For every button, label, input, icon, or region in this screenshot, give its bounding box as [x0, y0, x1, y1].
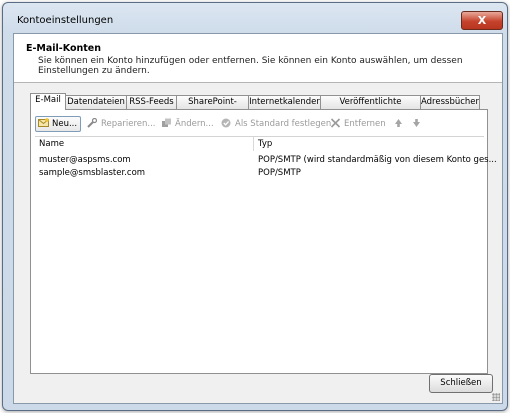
tab-internetkalender[interactable]: Internetkalender	[248, 95, 321, 109]
tab-rss-feeds[interactable]: RSS-Feeds	[126, 95, 177, 109]
account-type: POP/SMTP	[258, 168, 301, 178]
account-row[interactable]: muster@aspsms.com POP/SMTP (wird standar…	[35, 154, 497, 166]
new-account-label: Neu...	[52, 119, 78, 129]
arrow-down-icon	[411, 118, 422, 128]
tab-sharepoint-listen[interactable]: SharePoint-Listen	[176, 95, 249, 120]
account-row[interactable]: sample@smsblaster.com POP/SMTP	[35, 167, 484, 179]
change-icon	[161, 118, 172, 128]
new-account-icon	[38, 118, 49, 128]
move-up-button[interactable]	[393, 116, 407, 132]
account-type: POP/SMTP (wird standardmäßig von diesem …	[258, 155, 497, 165]
dialog-client: E-Mail-Konten Sie können ein Konto hinzu…	[13, 33, 503, 404]
close-window-button[interactable]: X	[461, 11, 503, 30]
tab-email[interactable]: E-Mail	[30, 93, 66, 110]
set-default-label: Als Standard festlegen	[235, 119, 332, 129]
remove-label: Entfernen	[344, 119, 386, 129]
section-title: E-Mail-Konten	[26, 43, 101, 54]
new-account-button[interactable]: Neu...	[35, 116, 82, 132]
wrench-icon	[87, 117, 98, 128]
tab-datendateien[interactable]: Datendateien	[65, 95, 127, 109]
arrow-up-icon	[393, 118, 404, 128]
section-description: Sie können ein Konto hinzufügen oder ent…	[38, 56, 463, 76]
column-divider[interactable]	[253, 137, 254, 151]
account-name: muster@aspsms.com	[39, 155, 131, 165]
tab-adressbuecher[interactable]: Adressbücher	[420, 95, 480, 109]
account-list[interactable]: Name Typ muster@aspsms.com POP/SMTP (wir…	[35, 136, 497, 369]
remove-button[interactable]: Entfernen	[330, 116, 386, 132]
column-header-name[interactable]: Name	[39, 139, 64, 149]
checkmark-icon	[221, 118, 232, 128]
account-name: sample@smsblaster.com	[39, 168, 146, 178]
close-button[interactable]: Schließen	[429, 374, 493, 393]
repair-label: Reparieren...	[101, 119, 156, 129]
dialog-header: E-Mail-Konten Sie können ein Konto hinzu…	[14, 34, 502, 83]
change-button[interactable]: Ändern...	[161, 116, 214, 132]
move-down-button[interactable]	[411, 116, 425, 132]
tab-veroeffentlichte-kalender[interactable]: Veröffentlichte Kalender	[320, 95, 421, 120]
change-label: Ändern...	[175, 119, 214, 129]
dialog-window: Kontoeinstellungen X E-Mail-Konten Sie k…	[2, 2, 508, 411]
email-tab-panel: Neu... Reparieren... Ändern... Als Stand…	[30, 109, 497, 374]
set-default-button[interactable]: Als Standard festlegen	[221, 116, 331, 132]
repair-button[interactable]: Reparieren...	[87, 116, 155, 132]
remove-x-icon	[330, 118, 341, 128]
resize-grip[interactable]	[492, 393, 500, 401]
account-toolbar: Neu... Reparieren... Ändern... Als Stand…	[35, 116, 483, 132]
column-header-type[interactable]: Typ	[258, 139, 272, 149]
window-title: Kontoeinstellungen	[17, 15, 114, 26]
